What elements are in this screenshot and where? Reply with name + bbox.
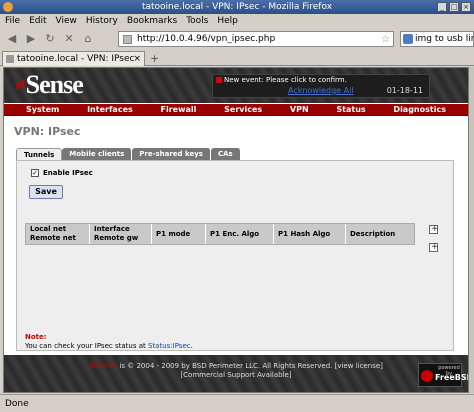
col-p1-hash-label: P1 Hash Algo [278,229,331,238]
alert-icon [216,77,222,83]
home-icon[interactable]: ⌂ [80,31,96,47]
menu-bookmarks[interactable]: Bookmarks [127,14,177,28]
back-icon[interactable]: ◀ [4,31,20,47]
copyright-end: ] [380,362,383,370]
enable-ipsec-checkbox[interactable]: ✓ [31,169,39,177]
tab-strip: tatooine.local - VPN: IPsec × + [0,50,474,66]
event-message[interactable]: New event: Please click to confirm. [216,76,347,84]
tab-pre-shared-keys[interactable]: Pre-shared keys [132,148,211,160]
col-interface: Interface [94,225,130,233]
col-local-remote-net: Local net Remote net [26,224,90,244]
reload-icon[interactable]: ↻ [42,31,58,47]
col-local-net: Local net [30,225,67,233]
col-description-label: Description [350,229,396,238]
tab-mobile-clients[interactable]: Mobile clients [62,148,133,160]
col-p1-enc: P1 Enc. Algo [206,224,274,244]
window-titlebar: tatooine.local - VPN: IPsec - Mozilla Fi… [0,0,474,14]
vertical-scrollbar[interactable] [469,67,474,393]
col-p1-hash: P1 Hash Algo [274,224,346,244]
freebsd-name: FreeBSD [435,373,468,382]
tab-cas[interactable]: CAs [210,148,241,160]
nav-status[interactable]: Status [336,104,365,115]
search-input[interactable]: img to usb linux [400,31,474,47]
tunnels-panel: ✓ Enable IPsec Save Local net Remote net… [16,160,454,351]
window-controls: _ □ × [437,2,471,12]
add-tunnel-icon[interactable] [429,224,439,234]
nav-services[interactable]: Services [224,104,262,115]
menu-view[interactable]: View [56,14,77,28]
col-description: Description [346,224,414,244]
menu-help[interactable]: Help [217,14,238,28]
status-ipsec-link[interactable]: Status:IPsec [148,342,191,350]
freebsd-badge[interactable]: powered by FreeBSD [418,363,468,387]
col-remote-net: Remote net [30,234,76,242]
note-text: You can check your IPsec status at Statu… [25,342,193,350]
url-input[interactable]: http://10.0.4.96/vpn_ipsec.php ☆ [118,31,394,47]
copyright-line: pfSense is © 2004 - 2009 by BSD Perimete… [4,362,468,370]
navigation-toolbar: ◀ ▶ ↻ ✕ ⌂ http://10.0.4.96/vpn_ipsec.php… [0,29,474,49]
menu-file[interactable]: File [5,14,20,28]
commercial-support-link[interactable]: [Commercial Support Available] [4,371,468,379]
nav-system[interactable]: System [26,104,59,115]
menubar: File Edit View History Bookmarks Tools H… [0,14,474,28]
header-date: 01-18-11 [386,86,423,95]
forward-icon[interactable]: ▶ [23,31,39,47]
event-text: New event: Please click to confirm. [224,76,347,84]
col-p1-mode: P1 mode [152,224,206,244]
add-tunnel-bottom-icon[interactable] [429,242,439,252]
col-interface-gw: Interface Remote gw [90,224,152,244]
status-bar: Done [0,394,474,412]
tab-close-icon[interactable]: × [133,52,141,66]
main-nav: System Interfaces Firewall Services VPN … [4,104,468,116]
search-text: img to usb linux [415,34,473,44]
pfsense-header: pfSense New event: Please click to confi… [4,68,468,103]
search-engine-icon[interactable] [403,34,413,44]
menu-edit[interactable]: Edit [29,14,46,28]
footer-brand: pfSense [89,362,118,370]
nav-diagnostics[interactable]: Diagnostics [393,104,446,115]
new-tab-icon[interactable]: + [150,52,159,65]
col-remote-gw: Remote gw [94,234,139,242]
col-p1-mode-label: P1 mode [156,229,191,238]
save-button[interactable]: Save [29,185,63,199]
col-p1-enc-label: P1 Enc. Algo [210,229,260,238]
page-footer: pfSense is © 2004 - 2009 by BSD Perimete… [4,355,468,392]
firefox-icon [3,2,13,12]
freebsd-logo-icon [421,370,433,382]
event-box: New event: Please click to confirm. Ackn… [212,74,430,98]
pfsense-logo[interactable]: pfSense [16,70,84,100]
tab-tunnels[interactable]: Tunnels [16,148,63,160]
logo-text: Sense [25,70,84,99]
site-icon [123,35,132,44]
view-license-link[interactable]: view license [337,362,380,370]
ipsec-tabs: Tunnels Mobile clients Pre-shared keys C… [16,148,241,160]
enable-ipsec-row: ✓ Enable IPsec [31,169,93,177]
page-viewport: pfSense New event: Please click to confi… [3,67,469,393]
note-label: Note: [25,333,47,341]
menu-tools[interactable]: Tools [186,14,208,28]
close-icon[interactable]: × [461,2,471,12]
stop-icon[interactable]: ✕ [61,31,77,47]
window-title: tatooine.local - VPN: IPsec - Mozilla Fi… [141,2,333,12]
maximize-icon[interactable]: □ [449,2,459,12]
url-text: http://10.0.4.96/vpn_ipsec.php [137,34,276,44]
nav-interfaces[interactable]: Interfaces [87,104,133,115]
minimize-icon[interactable]: _ [437,2,447,12]
acknowledge-all-link[interactable]: Acknowledge All [288,86,354,95]
logo-prefix: pf [16,76,26,90]
enable-ipsec-label: Enable IPsec [43,169,93,177]
nav-firewall[interactable]: Firewall [161,104,197,115]
note-text-body: You can check your IPsec status at [25,342,148,350]
copyright-text: is © 2004 - 2009 by BSD Perimeter LLC. A… [117,362,338,370]
note-text-end: . [190,342,193,350]
menu-history[interactable]: History [86,14,118,28]
browser-tab-label: tatooine.local - VPN: IPsec [17,54,135,64]
tunnels-table-header: Local net Remote net Interface Remote gw… [25,223,415,245]
browser-tab[interactable]: tatooine.local - VPN: IPsec × [2,51,145,66]
star-icon[interactable]: ☆ [381,33,390,47]
nav-vpn[interactable]: VPN [290,104,309,115]
page-title: VPN: IPsec [14,125,81,138]
tab-favicon-icon [6,55,14,63]
